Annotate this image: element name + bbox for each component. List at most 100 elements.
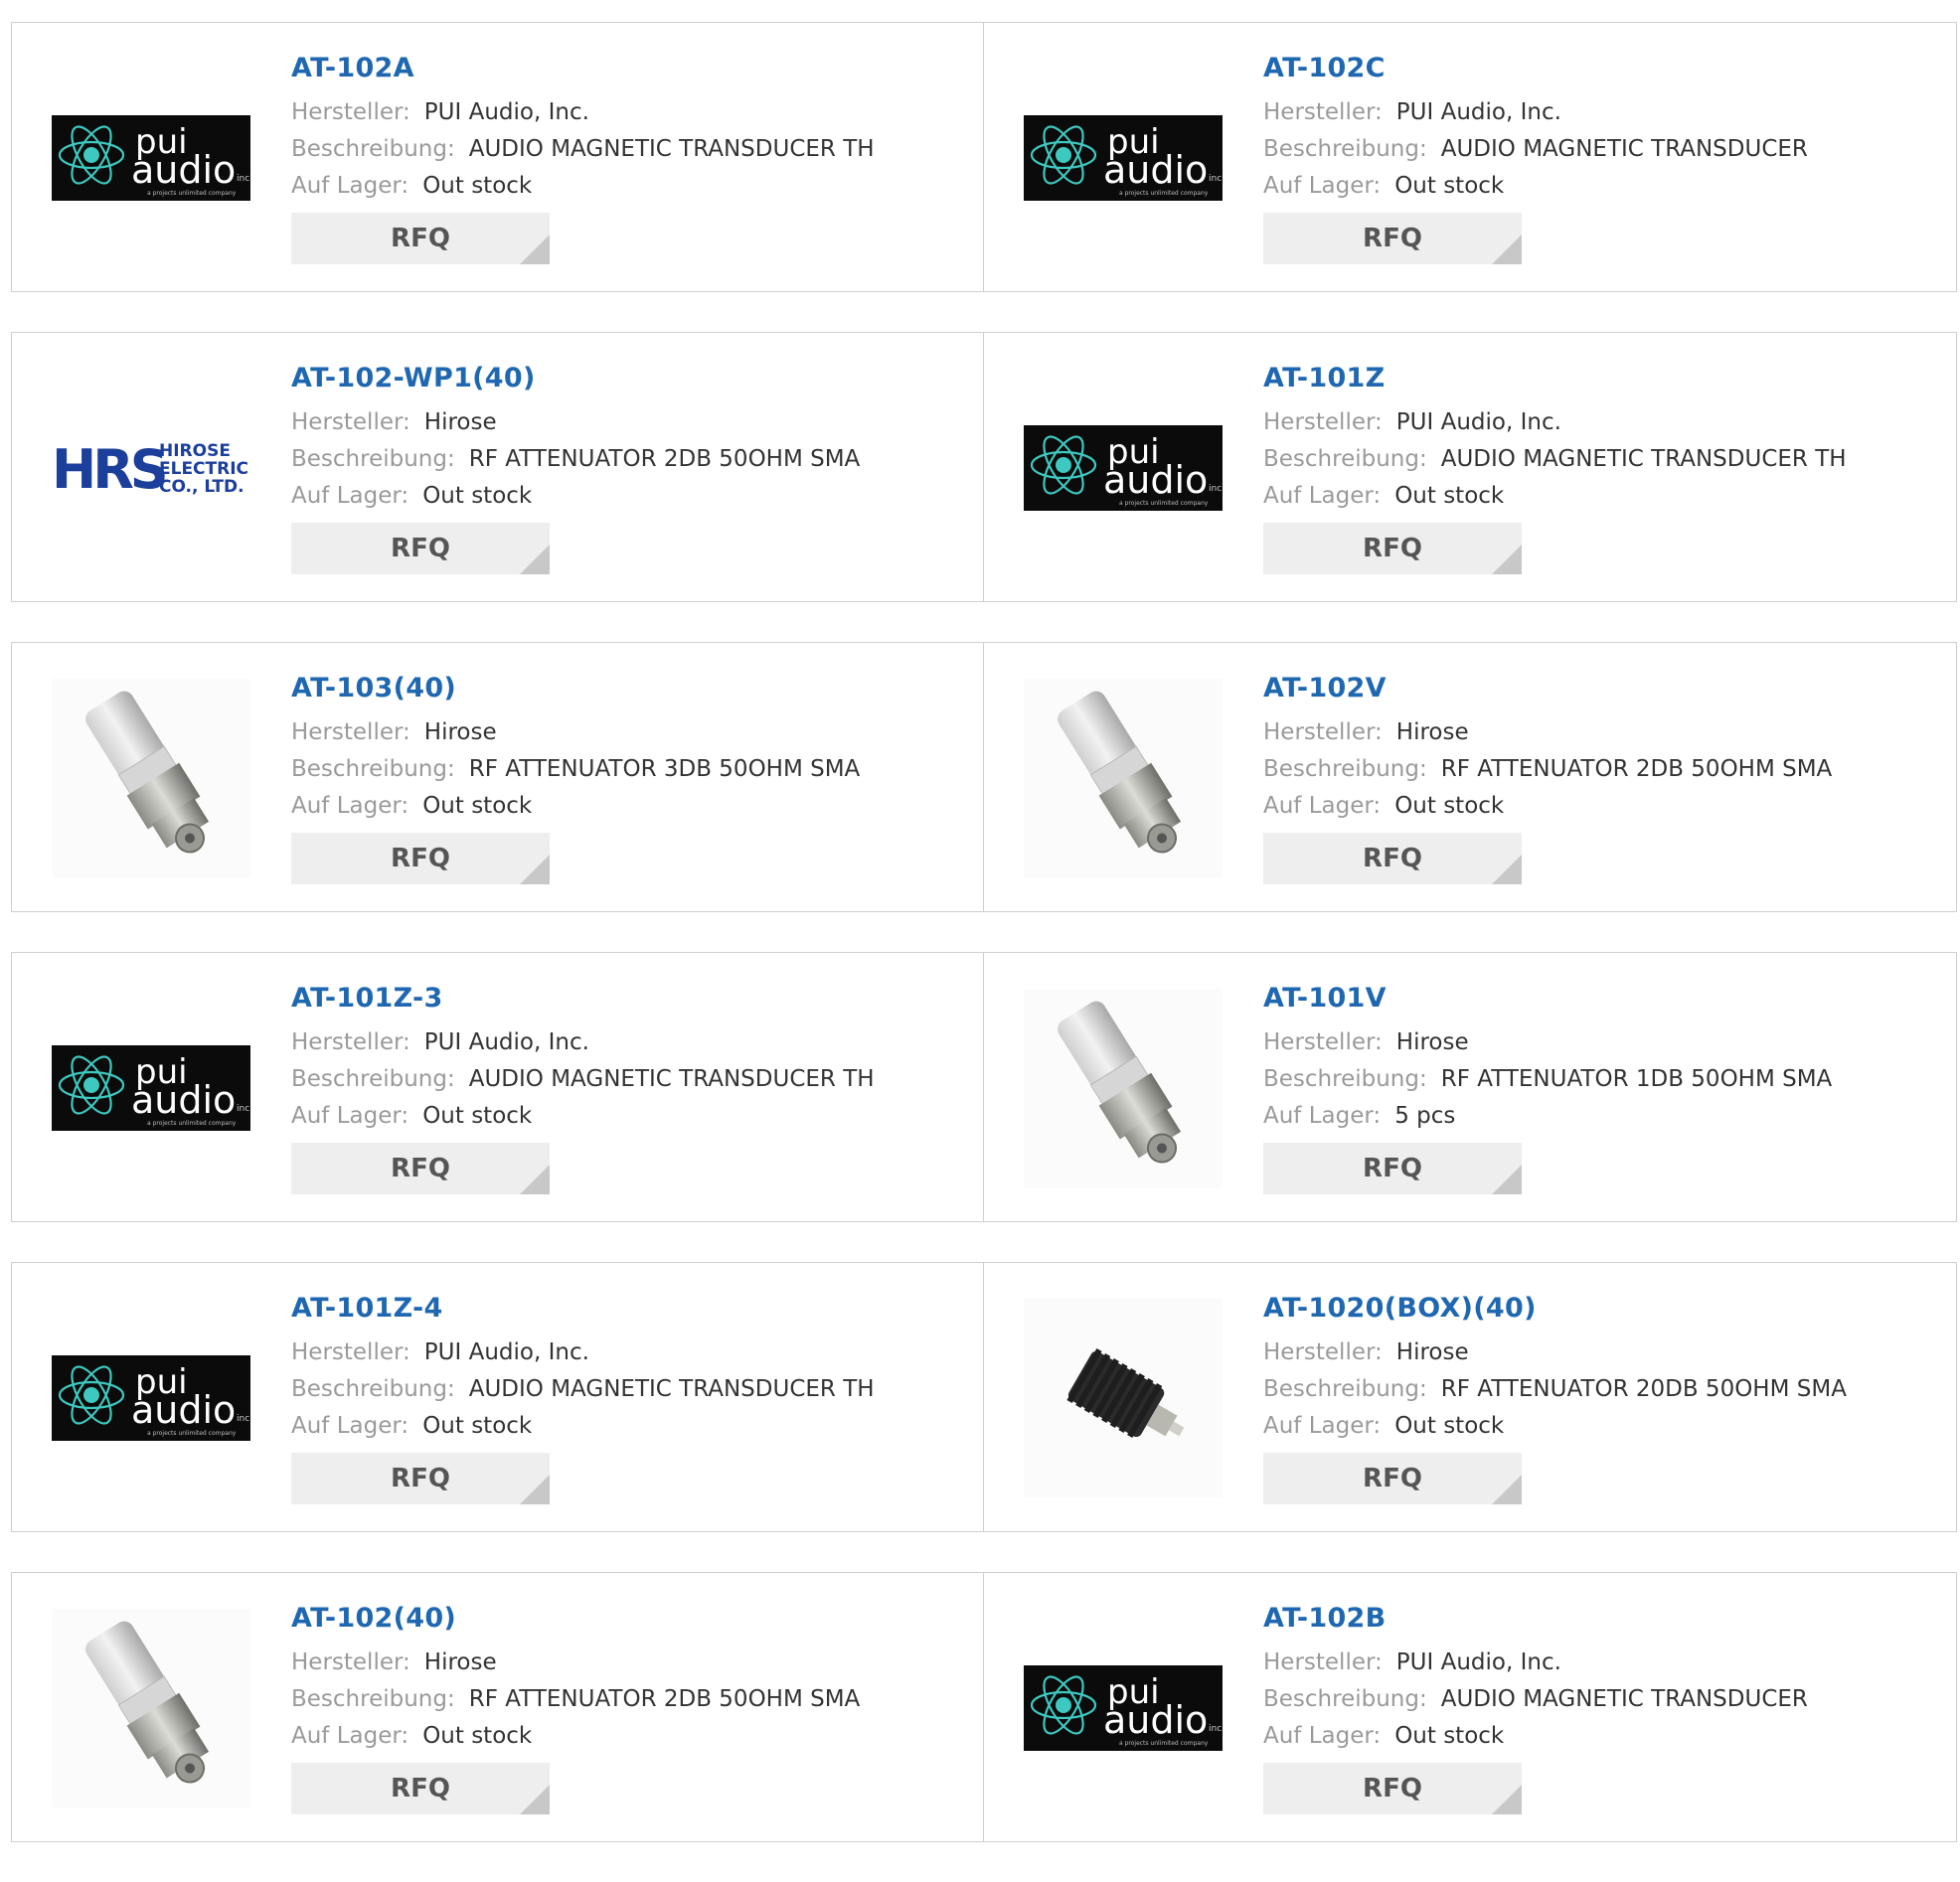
svg-text:inc: inc — [1209, 1724, 1222, 1734]
rfq-button[interactable]: RFQ — [291, 1453, 550, 1504]
product-card: AT-1020(BOX)(40) Hersteller: Hirose Besch… — [984, 1263, 1956, 1531]
stock-value: Out stock — [1394, 1413, 1505, 1439]
rfq-button[interactable]: RFQ — [291, 213, 550, 264]
manufacturer-value: PUI Audio, Inc. — [423, 1339, 589, 1365]
part-number-link[interactable]: AT-1020(BOX)(40) — [1263, 1291, 1946, 1327]
product-thumbnail[interactable]: pui audio inc a projects unlimited compa… — [1024, 1609, 1223, 1807]
product-info: AT-101Z-4 Hersteller: PUI Audio, Inc. Bes… — [291, 1291, 973, 1504]
svg-text:a projects unlimited company: a projects unlimited company — [147, 190, 237, 197]
product-card: pui audio inc a projects unlimited compa… — [12, 23, 984, 291]
svg-text:audio: audio — [1103, 148, 1208, 192]
stock-row: Auf Lager: Out stock — [291, 1718, 973, 1755]
product-thumbnail[interactable] — [1024, 1299, 1223, 1497]
description-row: Beschreibung: RF ATTENUATOR 2DB 50OHM SMA — [291, 441, 973, 478]
rfq-corner-decoration — [1492, 545, 1522, 574]
manufacturer-row: Hersteller: PUI Audio, Inc. — [1263, 404, 1946, 441]
svg-text:audio: audio — [131, 1078, 236, 1122]
rfq-button[interactable]: RFQ — [1263, 1143, 1522, 1194]
description-row: Beschreibung: RF ATTENUATOR 1DB 50OHM SMA — [1263, 1061, 1946, 1098]
product-card: pui audio inc a projects unlimited compa… — [12, 953, 984, 1221]
description-row: Beschreibung: RF ATTENUATOR 2DB 50OHM SMA — [1263, 751, 1946, 788]
rfq-button[interactable]: RFQ — [291, 523, 550, 574]
stock-label: Auf Lager: — [1263, 1413, 1382, 1439]
svg-text:a projects unlimited company: a projects unlimited company — [147, 1120, 237, 1127]
product-card: pui audio inc a projects unlimited compa… — [984, 1573, 1956, 1841]
product-thumbnail[interactable]: pui audio inc a projects unlimited compa… — [1024, 369, 1223, 567]
product-info: AT-102-WP1(40) Hersteller: Hirose Beschre… — [291, 361, 973, 574]
manufacturer-label: Hersteller: — [1263, 99, 1383, 125]
product-thumbnail[interactable]: pui audio inc a projects unlimited compa… — [52, 989, 250, 1187]
manufacturer-row: Hersteller: Hirose — [1263, 1334, 1946, 1371]
manufacturer-value: Hirose — [1395, 1029, 1469, 1055]
rfq-button[interactable]: RFQ — [1263, 523, 1522, 574]
part-number-link[interactable]: AT-102C — [1263, 51, 1946, 86]
description-label: Beschreibung: — [1263, 136, 1427, 162]
description-label: Beschreibung: — [1263, 446, 1427, 472]
rfq-button[interactable]: RFQ — [291, 1143, 550, 1194]
manufacturer-row: Hersteller: Hirose — [291, 714, 973, 751]
rfq-corner-decoration — [1492, 1165, 1522, 1194]
product-card: pui audio inc a projects unlimited compa… — [984, 333, 1956, 601]
description-label: Beschreibung: — [291, 446, 455, 472]
part-number-link[interactable]: AT-101Z-4 — [291, 1291, 973, 1327]
stock-row: Auf Lager: Out stock — [291, 478, 973, 515]
stock-label: Auf Lager: — [291, 1103, 409, 1129]
description-row: Beschreibung: AUDIO MAGNETIC TRANSDUCER T… — [291, 1371, 973, 1408]
description-label: Beschreibung: — [291, 136, 455, 162]
manufacturer-label: Hersteller: — [1263, 719, 1383, 745]
rfq-button[interactable]: RFQ — [291, 833, 550, 884]
product-row: AT-103(40) Hersteller: Hirose Beschreibun… — [11, 642, 1957, 912]
part-number-link[interactable]: AT-101Z — [1263, 361, 1946, 396]
manufacturer-value: PUI Audio, Inc. — [423, 1029, 589, 1055]
rfq-button[interactable]: RFQ — [1263, 1763, 1522, 1814]
part-number-link[interactable]: AT-102(40) — [291, 1601, 973, 1637]
rfq-corner-decoration — [520, 1165, 550, 1194]
product-card: AT-102(40) Hersteller: Hirose Beschreibun… — [12, 1573, 984, 1841]
product-thumbnail[interactable]: pui audio inc a projects unlimited compa… — [52, 59, 250, 257]
rfq-button[interactable]: RFQ — [1263, 213, 1522, 264]
svg-text:a projects unlimited company: a projects unlimited company — [147, 1430, 237, 1437]
manufacturer-value: PUI Audio, Inc. — [1395, 1649, 1561, 1675]
manufacturer-row: Hersteller: Hirose — [1263, 1024, 1946, 1061]
product-row: pui audio inc a projects unlimited compa… — [11, 22, 1957, 292]
svg-text:HRS: HRS — [52, 438, 165, 498]
svg-text:CO., LTD.: CO., LTD. — [159, 477, 245, 497]
part-number-link[interactable]: AT-101Z-3 — [291, 981, 973, 1017]
rfq-label: RFQ — [391, 1464, 450, 1493]
stock-label: Auf Lager: — [1263, 1103, 1382, 1129]
manufacturer-value: Hirose — [1395, 719, 1469, 745]
product-thumbnail[interactable] — [52, 679, 250, 877]
rfq-button[interactable]: RFQ — [291, 1763, 550, 1814]
rfq-button[interactable]: RFQ — [1263, 833, 1522, 884]
part-number-link[interactable]: AT-102-WP1(40) — [291, 361, 973, 396]
part-number-link[interactable]: AT-102A — [291, 51, 973, 86]
stock-label: Auf Lager: — [1263, 1723, 1382, 1749]
product-info: AT-101V Hersteller: Hirose Beschreibung: R… — [1263, 981, 1946, 1194]
product-thumbnail[interactable]: pui audio inc a projects unlimited compa… — [1024, 59, 1223, 257]
description-row: Beschreibung: RF ATTENUATOR 2DB 50OHM SMA — [291, 1681, 973, 1718]
description-value: AUDIO MAGNETIC TRANSDUCER TH — [468, 136, 875, 162]
product-thumbnail[interactable]: pui audio inc a projects unlimited compa… — [52, 1299, 250, 1497]
manufacturer-row: Hersteller: Hirose — [291, 1645, 973, 1681]
part-number-link[interactable]: AT-102V — [1263, 671, 1946, 706]
stock-label: Auf Lager: — [1263, 483, 1382, 509]
part-number-link[interactable]: AT-101V — [1263, 981, 1946, 1017]
stock-value: Out stock — [422, 483, 533, 509]
stock-row: Auf Lager: Out stock — [291, 1098, 973, 1135]
rfq-corner-decoration — [520, 545, 550, 574]
part-number-link[interactable]: AT-103(40) — [291, 671, 973, 706]
part-number-link[interactable]: AT-102B — [1263, 1601, 1946, 1637]
stock-value: Out stock — [1394, 793, 1505, 819]
description-value: AUDIO MAGNETIC TRANSDUCER TH — [468, 1376, 875, 1402]
rfq-button[interactable]: RFQ — [1263, 1453, 1522, 1504]
product-thumbnail[interactable] — [52, 1609, 250, 1807]
pui-audio-logo: pui audio inc a projects unlimited compa… — [1024, 1665, 1223, 1751]
svg-text:HIROSE: HIROSE — [159, 441, 231, 461]
product-thumbnail[interactable] — [1024, 989, 1223, 1187]
stock-value: 5 pcs — [1394, 1103, 1456, 1129]
stock-row: Auf Lager: Out stock — [1263, 1718, 1946, 1755]
rfq-corner-decoration — [520, 1475, 550, 1504]
product-thumbnail[interactable] — [1024, 679, 1223, 877]
stock-row: Auf Lager: 5 pcs — [1263, 1098, 1946, 1135]
product-thumbnail[interactable]: HRS HIROSE ELECTRIC CO., LTD. — [52, 369, 250, 567]
